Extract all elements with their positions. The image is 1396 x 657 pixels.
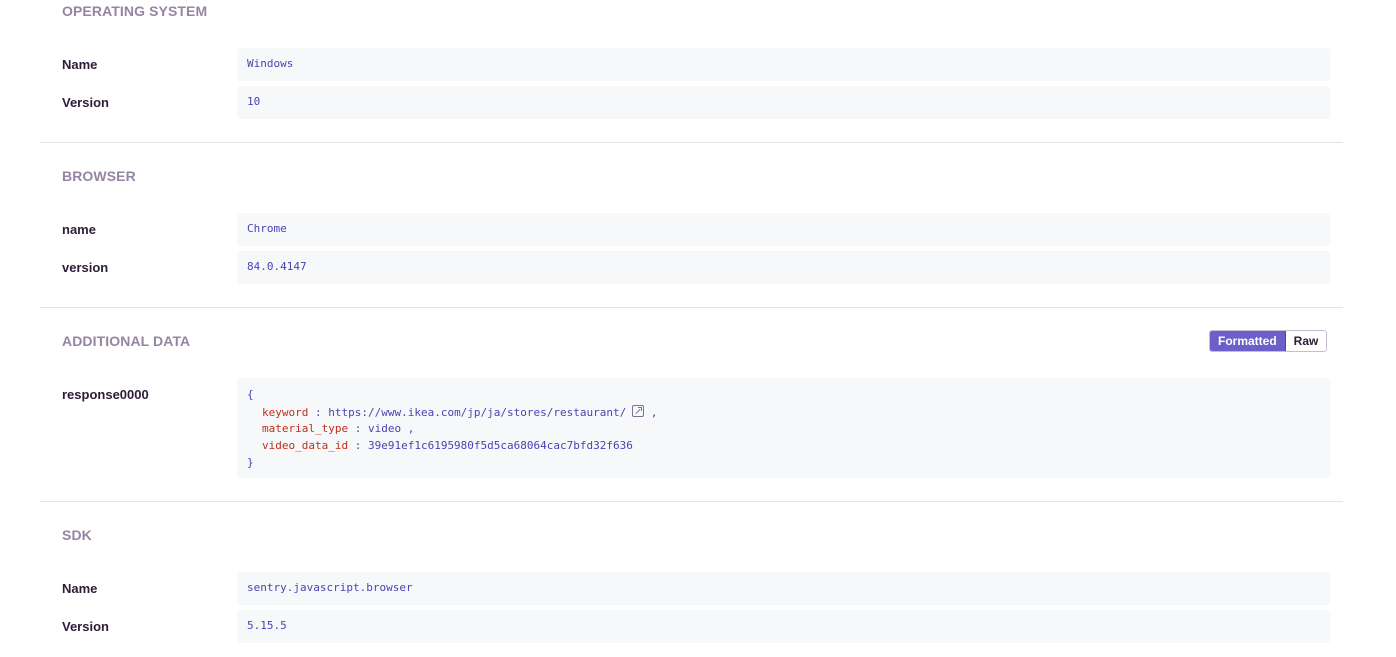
sdk-name-value-text: sentry.javascript.browser [247,581,413,594]
sdk-name-value: sentry.javascript.browser [237,572,1330,605]
sdk-version-key: Version [62,619,109,634]
section-divider [40,142,1343,143]
json-close-brace: } [247,456,254,469]
os-section-title: OPERATING SYSTEM [62,3,208,19]
event-context-page: OPERATING SYSTEM Name Windows Version 10… [0,0,1396,657]
json-key: material_type [262,422,349,435]
os-version-value: 10 [237,86,1330,119]
json-value: 39e91ef1c6195980f5d5ca68064cac7bfd32f636 [367,439,633,452]
json-comma: , [407,422,415,435]
json-line-material-type: material_type : video , [262,422,414,435]
json-key: video_data_id [262,439,349,452]
open-external-icon[interactable] [632,405,645,417]
browser-name-key: name [62,222,96,237]
additional-data-key: response0000 [62,387,149,402]
json-value-link[interactable]: https://www.ikea.com/jp/ja/stores/restau… [328,406,626,419]
json-value: video [367,422,402,435]
json-key: keyword [262,406,309,419]
sdk-name-key: Name [62,581,98,596]
section-divider [40,501,1343,502]
os-version-value-text: 10 [247,95,261,108]
browser-section-title: BROWSER [62,168,136,184]
json-colon: : [354,422,362,435]
sdk-version-value: 5.15.5 [237,610,1330,643]
section-divider [40,307,1343,308]
json-line-keyword: keyword : https://www.ikea.com/jp/ja/sto… [262,405,658,419]
json-colon: : [354,439,362,452]
sdk-section-title: SDK [62,527,92,543]
additional-data-section-title: ADDITIONAL DATA [62,333,191,349]
browser-name-value: Chrome [237,213,1330,246]
os-version-key: Version [62,95,109,110]
os-name-key: Name [62,57,98,72]
browser-version-value: 84.0.4147 [237,251,1330,284]
browser-version-key: version [62,260,109,275]
formatted-button[interactable]: Formatted [1210,331,1286,351]
os-name-value: Windows [237,48,1330,81]
browser-version-value-text: 84.0.4147 [247,260,307,273]
json-comma: , [650,406,658,419]
json-value-block: { keyword : https://www.ikea.com/jp/ja/s… [237,378,1330,478]
os-name-value-text: Windows [247,57,294,70]
json-line-video-data-id: video_data_id : 39e91ef1c6195980f5d5ca68… [262,439,633,452]
browser-name-value-text: Chrome [247,222,287,235]
json-open-brace: { [247,388,254,401]
format-toggle: Formatted Raw [1209,330,1328,352]
json-colon: : [314,406,322,419]
sdk-version-value-text: 5.15.5 [247,619,287,632]
raw-button[interactable]: Raw [1285,331,1327,351]
